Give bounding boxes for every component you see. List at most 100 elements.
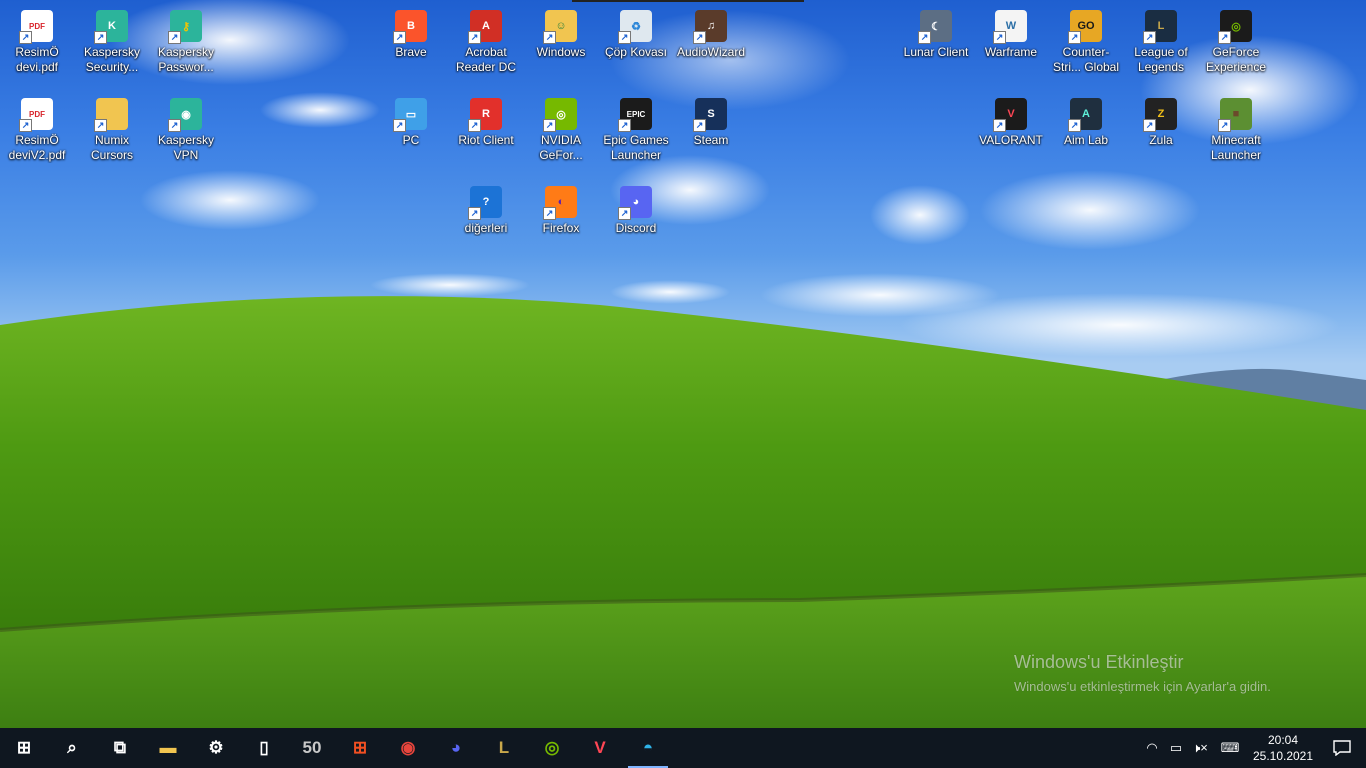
desktop-icon-label: diğerleri [464,221,508,235]
taskbar-button-task-view[interactable]: ⧉ [96,728,144,768]
shortcut-arrow-icon: ↗ [543,207,556,220]
desktop: PDF ↗ ResimÖ devi.pdf K ↗ Kaspersky Security.… [0,0,1366,728]
desktop-icon-label: Acrobat Reader DC [455,45,517,74]
desktop-icon[interactable]: ◉ ↗ Kaspersky VPN [150,92,222,176]
desktop-icon[interactable]: ◎ ↗ GeForce Experience [1200,4,1272,88]
desktop-icon[interactable]: PDF ↗ ResimÖ deviV2.pdf [1,92,73,176]
shortcut-arrow-icon: ↗ [393,119,406,132]
taskbar-button-search[interactable]: ⌕ [48,728,96,768]
desktop-icon[interactable]: ⚷ ↗ Kaspersky Passwor... [150,4,222,88]
notifications-button[interactable] [1318,728,1366,768]
shortcut-arrow-icon: ↗ [468,207,481,220]
pdf-icon: PDF ↗ [19,98,53,132]
desktop-icon-label: Lunar Client [903,45,969,59]
league-icon: L [498,738,510,757]
chrome-icon: ◉ [400,738,416,757]
desktop-icon[interactable]: ? ↗ diğerleri [450,180,522,264]
taskbar-button-microsoft-store[interactable]: ⊞ [336,728,384,768]
shortcut-arrow-icon: ↗ [1143,119,1156,132]
desktop-icon[interactable]: B ↗ Brave [375,4,447,88]
shortcut-arrow-icon: ↗ [693,31,706,44]
clock[interactable]: 20:04 25.10.2021 [1248,732,1318,764]
league-icon: L ↗ [1143,10,1177,44]
battery-icon[interactable]: ▭ [1164,728,1188,768]
desktop-icon[interactable]: V ↗ VALORANT [975,92,1047,176]
taskbar-button-file-explorer[interactable]: ▬ [144,728,192,768]
taskbar-button-nvidia[interactable]: ◎ [528,728,576,768]
desktop-icon[interactable]: R ↗ Riot Client [450,92,522,176]
desktop-icon[interactable]: ☾ ↗ Lunar Client [900,4,972,88]
desktop-icon-label: Aim Lab [1063,133,1109,147]
shortcut-arrow-icon: ↗ [543,119,556,132]
desktop-icon[interactable]: Z ↗ Zula [1125,92,1197,176]
edge-icon: ◓ [642,738,654,757]
audiowizard-icon: ♫ ↗ [693,10,727,44]
firefox-icon: ◐ ↗ [543,186,577,220]
warframe-icon: W ↗ [993,10,1027,44]
desktop-icon-label: Counter-Stri... Global Offe... [1052,45,1120,74]
shortcut-arrow-icon: ↗ [693,119,706,132]
taskbar-button-start[interactable]: ⊞ [0,728,48,768]
taskbar-button-discord[interactable]: ◕ [432,728,480,768]
lunar-client-icon: ☾ ↗ [918,10,952,44]
desktop-icon[interactable]: ■ ↗ Minecraft Launcher [1200,92,1272,176]
shortcut-arrow-icon: ↗ [618,119,631,132]
riot-client-icon: R ↗ [468,98,502,132]
desktop-icon-label: ResimÖ deviV2.pdf [8,133,66,162]
desktop-icon-label: Numix Cursors [90,133,133,162]
desktop-icon[interactable]: GO↗Counter-Stri... Global Offe... [1050,4,1122,88]
desktop-icon[interactable]: ◎ ↗ NVIDIA GeFor... [525,92,597,176]
shortcut-arrow-icon: ↗ [19,31,32,44]
activation-watermark: Windows'u Etkinleştir Windows'u etkinleş… [1014,652,1271,694]
desktop-icon[interactable]: ↗ Numix Cursors [76,92,148,176]
clock-time: 20:04 [1267,733,1299,747]
desktop-icon[interactable]: ☺ ↗ Windows [525,4,597,88]
desktop-icon-label: Brave [395,45,427,59]
nvidia-icon: ◎ ↗ [543,98,577,132]
volume-muted-icon[interactable]: 🕨× [1188,728,1212,768]
desktop-icon-label: Zula [1149,133,1173,147]
taskbar-button-edge[interactable]: ◓ [624,728,672,768]
clock-date: 25.10.2021 [1252,749,1314,763]
desktop-icon-label: Discord [615,221,657,235]
desktop-icon[interactable]: ◐ ↗ Firefox [525,180,597,264]
desktop-icon[interactable]: A ↗ Acrobat Reader DC [450,4,522,88]
shortcut-arrow-icon: ↗ [94,119,107,132]
shortcut-arrow-icon: ↗ [993,119,1006,132]
keyboard-icon[interactable]: ⌨ [1212,728,1248,768]
desktop-icon[interactable]: S ↗ Steam [675,92,747,176]
taskbar-button-settings-gear[interactable]: ⚙ [192,728,240,768]
shortcut-arrow-icon: ↗ [1068,119,1081,132]
hwmonitor-icon: 50 [302,738,322,757]
desktop-icon[interactable]: K ↗ Kaspersky Security... [76,4,148,88]
desktop-icon[interactable]: ♫ ↗ AudioWizard [675,4,747,88]
taskbar-button-hwmonitor[interactable]: 50 [288,728,336,768]
shortcut-arrow-icon: ↗ [168,31,181,44]
desktop-icon-label: NVIDIA GeFor... [539,133,583,162]
search-icon: ⌕ [67,738,77,757]
desktop-icon-label: Kaspersky Passwor... [157,45,215,74]
acrobat-icon: A ↗ [468,10,502,44]
desktop-icon[interactable]: ◕ ↗ Discord [600,180,672,264]
taskbar-button-league[interactable]: L [480,728,528,768]
watermark-subtitle: Windows'u etkinleştirmek için Ayarlar'a … [1014,679,1271,694]
desktop-icon[interactable]: PDF ↗ ResimÖ devi.pdf [1,4,73,88]
desktop-icon[interactable]: ▭ ↗ PC [375,92,447,176]
desktop-icon[interactable]: EPIC ↗ Epic Games Launcher [600,92,672,176]
taskbar-button-notepad[interactable]: ▯ [240,728,288,768]
desktop-icon[interactable]: L ↗ League of Legends [1125,4,1197,88]
shortcut-arrow-icon: ↗ [468,31,481,44]
desktop-icon[interactable]: A ↗ Aim Lab [1050,92,1122,176]
desktop-icon[interactable]: ♻ ↗ Çöp Kovası [600,4,672,88]
shortcut-arrow-icon: ↗ [1143,31,1156,44]
desktop-icon[interactable]: W ↗ Warframe [975,4,1047,88]
minecraft-icon: ■ ↗ [1218,98,1252,132]
taskbar-button-valorant[interactable]: V [576,728,624,768]
shortcut-arrow-icon: ↗ [468,119,481,132]
file-explorer-icon: ▬ [159,738,177,757]
user-folder-icon: ☺ ↗ [543,10,577,44]
wifi-icon[interactable]: ◠ [1140,728,1164,768]
taskbar-button-chrome[interactable]: ◉ [384,728,432,768]
valorant-icon: V ↗ [993,98,1027,132]
shortcut-arrow-icon: ↗ [993,31,1006,44]
